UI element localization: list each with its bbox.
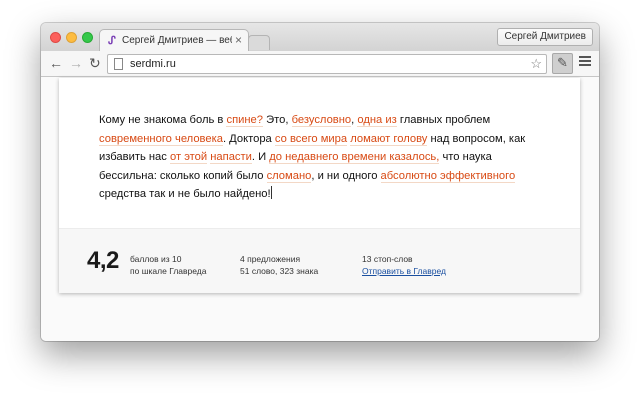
text-segment: , и ни одного — [311, 169, 381, 182]
text-cursor — [270, 186, 272, 199]
stopword-highlight[interactable]: одна из — [357, 114, 397, 127]
stats-panel: 4,2 баллов из 10 по шкале Главреда 4 пре… — [59, 228, 580, 293]
favicon-icon: ᔑ — [108, 35, 116, 47]
stopword-highlight[interactable]: абсолютно эффективного — [380, 169, 516, 183]
title-bar: ᔑ Сергей Дмитриев — веб- × Сергей Дмитри… — [41, 23, 599, 52]
close-window-button[interactable] — [50, 32, 61, 43]
text-counts: 4 предложения 51 слово, 323 знака — [240, 253, 318, 277]
glavred-extension-icon: ✎ — [557, 55, 568, 70]
browser-tab[interactable]: ᔑ Сергей Дмитриев — веб- × — [99, 29, 249, 52]
maximize-window-button[interactable] — [82, 32, 93, 43]
stopword-highlight[interactable]: спине? — [226, 114, 263, 127]
stopword-highlight[interactable]: сломано — [266, 169, 312, 183]
stopword-highlight[interactable]: современного человека — [99, 132, 223, 146]
editor-card: Кому не знакома боль в спине? Это, безус… — [59, 78, 580, 293]
stopword-highlight[interactable]: напасти — [210, 151, 252, 164]
reload-icon[interactable]: ↻ — [89, 55, 101, 71]
tab-close-icon[interactable]: × — [235, 33, 242, 47]
text-segment: Это, — [263, 114, 292, 126]
new-tab-button[interactable] — [248, 35, 270, 50]
text-segment: средства так и не было найдено! — [99, 188, 271, 200]
word-count: 51 слово, 323 знака — [240, 266, 319, 276]
text-segment: главных проблем — [396, 114, 491, 126]
stopword-info: 13 стоп-слов Отправить в Главред — [362, 253, 446, 277]
text-segment: Кому не знакома боль в — [99, 114, 227, 126]
browser-window: ᔑ Сергей Дмитриев — веб- × Сергей Дмитри… — [41, 23, 599, 341]
stopword-highlight[interactable]: ломают голову — [350, 132, 428, 146]
page-content: Кому не знакома боль в спине? Это, безус… — [41, 78, 599, 341]
score-caption: баллов из 10 по шкале Главреда — [130, 253, 206, 277]
text-segment: . Доктора — [222, 132, 275, 145]
forward-arrow-icon[interactable]: → — [69, 55, 83, 71]
stopword-highlight[interactable]: со всего мира — [274, 132, 348, 146]
browser-toolbar: ← → ↻ serdmi.ru ☆ ✎ — [41, 51, 599, 77]
score-line-2: по шкале Главреда — [130, 266, 207, 276]
sentence-count: 4 предложения — [240, 254, 301, 264]
stopword-highlight[interactable]: до недавнего времени казалось, — [269, 151, 440, 164]
score-line-1: баллов из 10 — [130, 254, 182, 264]
extension-button[interactable]: ✎ — [552, 53, 573, 74]
menu-icon[interactable] — [579, 56, 591, 68]
editor-text[interactable]: Кому не знакома боль в спине? Это, безус… — [99, 111, 539, 204]
score-value: 4,2 — [87, 247, 119, 274]
stopword-count: 13 стоп-слов — [362, 254, 413, 264]
profile-button[interactable]: Сергей Дмитриев — [497, 28, 593, 46]
send-to-glavred-link[interactable]: Отправить в Главред — [362, 265, 446, 277]
minimize-window-button[interactable] — [66, 32, 77, 43]
tab-title: Сергей Дмитриев — веб- — [122, 35, 232, 46]
page-icon — [114, 58, 123, 70]
url-text[interactable]: serdmi.ru — [130, 58, 176, 70]
address-bar[interactable]: serdmi.ru ☆ — [107, 54, 547, 74]
back-arrow-icon[interactable]: ← — [49, 55, 63, 71]
bookmark-star-icon[interactable]: ☆ — [530, 56, 542, 72]
text-segment: . И — [251, 151, 270, 163]
stopword-highlight[interactable]: от этой — [169, 151, 208, 164]
stopword-highlight[interactable]: безусловно — [291, 114, 352, 127]
